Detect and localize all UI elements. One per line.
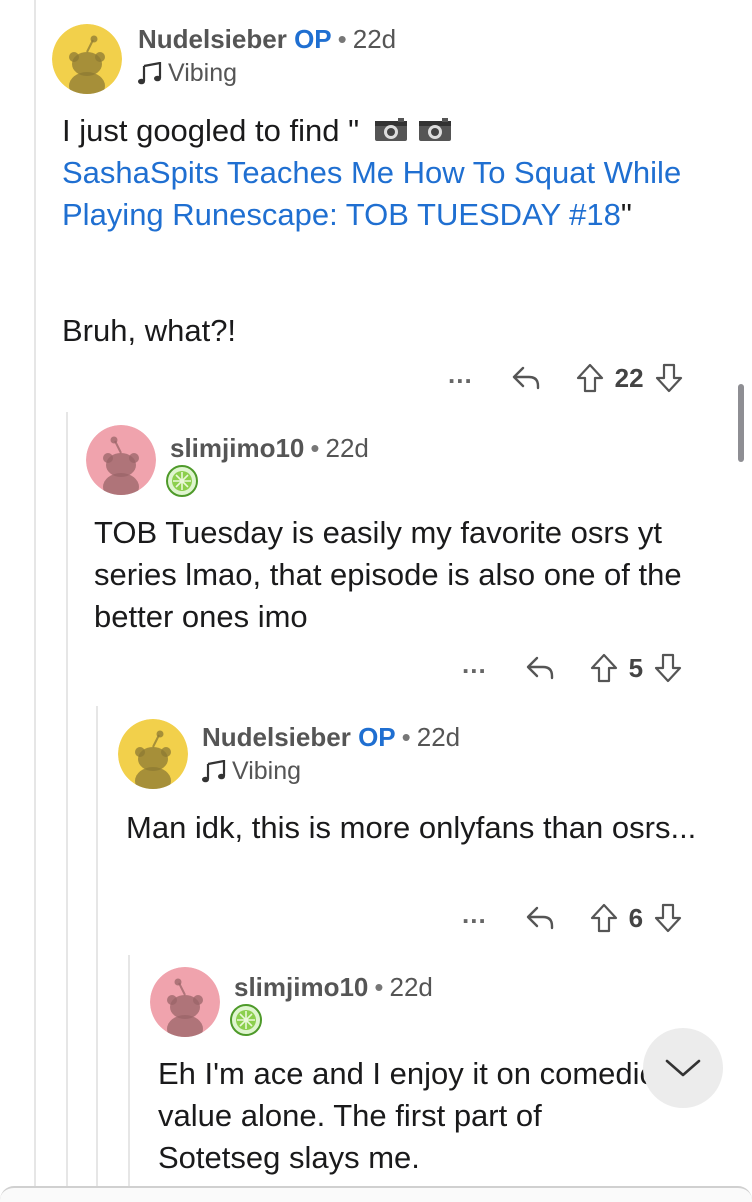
upvote-arrow-icon [576, 363, 603, 393]
snoo-avatar-icon [118, 719, 188, 789]
lime-award-icon [166, 465, 198, 497]
reply-arrow-icon [526, 656, 553, 680]
upvote-button[interactable] [573, 361, 607, 395]
vote-score: 6 [628, 902, 644, 933]
avatar[interactable] [86, 425, 156, 495]
flair-text: Vibing [232, 757, 302, 785]
downvote-arrow-icon [655, 653, 682, 683]
comment-age: 22d [416, 722, 461, 752]
more-options-button[interactable]: ... [462, 651, 487, 677]
separator: • [374, 972, 384, 1002]
comment-actions: ... 22 [448, 358, 686, 398]
downvote-arrow-icon [655, 363, 682, 393]
vote-score: 5 [628, 652, 644, 683]
thread-line-1[interactable] [34, 0, 36, 1200]
username[interactable]: Nudelsieber [138, 24, 287, 54]
upvote-button[interactable] [587, 651, 621, 685]
snoo-avatar-icon [52, 24, 122, 94]
scrollbar[interactable] [738, 384, 744, 462]
comment-age: 22d [325, 433, 369, 463]
vote-score: 22 [614, 362, 644, 393]
camera-icon [374, 118, 407, 141]
comment-body: Eh I'm ace and I enjoy it on comedic val… [158, 1056, 656, 1175]
comment-author[interactable]: slimjimo10 • 22d [234, 972, 433, 1003]
avatar[interactable] [150, 967, 220, 1037]
downvote-button[interactable] [651, 901, 685, 935]
reply-arrow-icon [526, 906, 553, 930]
musical-notes-icon [202, 759, 226, 782]
next-comment-button[interactable] [643, 1028, 723, 1108]
body-prefix: I just googled to find " [62, 113, 360, 148]
separator: • [337, 24, 347, 54]
reply-button[interactable] [523, 901, 557, 935]
more-options-button[interactable]: ... [448, 361, 473, 387]
downvote-button[interactable] [652, 361, 686, 395]
op-badge: OP [294, 24, 332, 54]
comment-author[interactable]: Nudelsieber OP • 22d [202, 722, 460, 753]
op-badge: OP [358, 722, 396, 752]
lime-award-icon [230, 1004, 262, 1036]
username[interactable]: slimjimo10 [234, 972, 368, 1002]
snoo-avatar-icon [150, 967, 220, 1037]
upvote-arrow-icon [590, 903, 617, 933]
camera-icon [419, 118, 452, 141]
more-options-button[interactable]: ... [462, 901, 487, 927]
avatar[interactable] [118, 719, 188, 789]
comment-body: TOB Tuesday is easily my favorite osrs y… [94, 515, 682, 634]
downvote-button[interactable] [651, 651, 685, 685]
avatar[interactable] [52, 24, 122, 94]
thread-line-3[interactable] [96, 706, 98, 1200]
body-suffix: " [620, 197, 632, 232]
thread-line-2[interactable] [66, 412, 68, 1200]
chevron-down-icon [665, 1059, 701, 1077]
video-title-link[interactable]: SashaSpits Teaches Me How To Squat While… [62, 155, 681, 232]
username[interactable]: Nudelsieber [202, 722, 351, 752]
comment-author[interactable]: Nudelsieber OP • 22d [138, 24, 396, 55]
upvote-arrow-icon [590, 653, 617, 683]
downvote-arrow-icon [655, 903, 682, 933]
thread-line-4[interactable] [128, 955, 130, 1200]
comment-body-line: Bruh, what?! [62, 313, 237, 348]
comment-body: I just googled to find " SashaSpits Teac… [62, 110, 712, 236]
comment-actions: ... 6 [462, 898, 685, 938]
musical-notes-icon [138, 61, 162, 84]
user-flair: Vibing [202, 757, 301, 786]
comment-actions: ... 5 [462, 648, 685, 688]
comment-author[interactable]: slimjimo10 • 22d [170, 433, 369, 464]
snoo-avatar-icon [86, 425, 156, 495]
comment-age: 22d [352, 24, 397, 54]
username[interactable]: slimjimo10 [170, 433, 304, 463]
reply-button[interactable] [509, 361, 543, 395]
separator: • [310, 433, 320, 463]
flair-text: Vibing [168, 59, 238, 87]
comment-body: Man idk, this is more onlyfans than osrs… [126, 810, 697, 845]
upvote-button[interactable] [587, 901, 621, 935]
user-flair: Vibing [138, 59, 237, 88]
reply-arrow-icon [512, 366, 539, 390]
comment-age: 22d [389, 972, 433, 1002]
reply-button[interactable] [523, 651, 557, 685]
separator: • [401, 722, 411, 752]
